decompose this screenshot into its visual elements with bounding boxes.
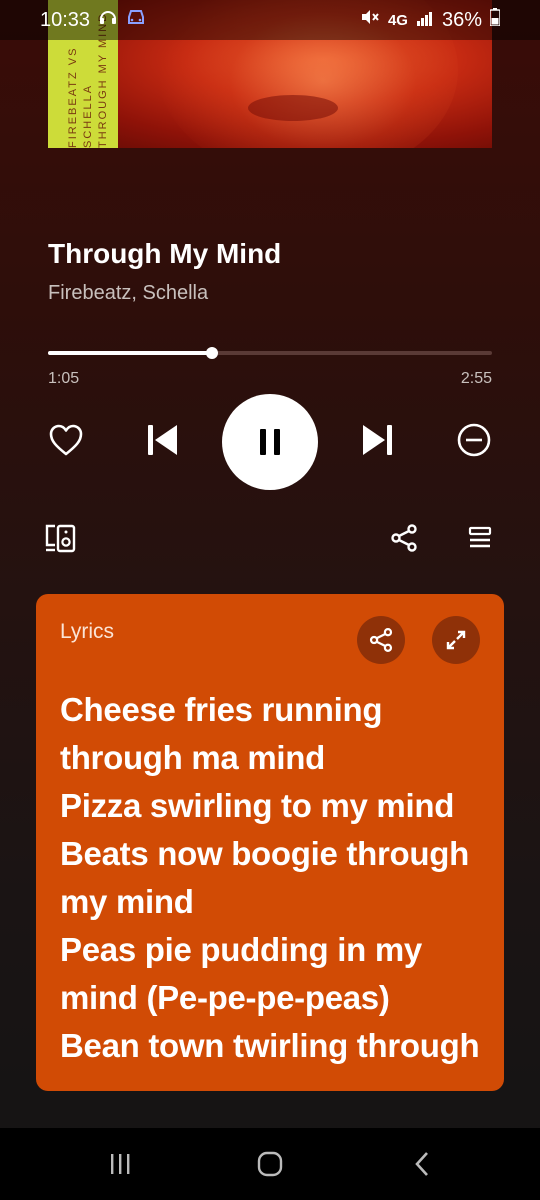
car-icon [126,8,146,32]
system-nav-bar [0,1128,540,1200]
home-button[interactable] [250,1146,290,1182]
lyric-line: through ma mind [60,739,325,776]
lyrics-text: Cheese fries running through ma mind Piz… [60,686,490,1070]
album-art-detail [248,95,338,121]
recents-button[interactable] [100,1146,140,1182]
pause-icon [260,429,280,455]
lyric-line: Pizza swirling to my mind [60,787,455,824]
lyrics-share-button[interactable] [357,616,405,664]
status-bar: 10:33 4G 36% [0,0,540,40]
lyric-line: mind (Pe-pe-pe-peas) [60,979,390,1016]
progress-thumb[interactable] [206,347,219,359]
lyric-line: Cheese fries running [60,691,383,728]
lyric-line: Bean town twirling through [60,1027,480,1064]
queue-button[interactable] [460,518,500,558]
back-button[interactable] [402,1146,442,1182]
back-icon [415,1152,428,1176]
share-icon [391,524,417,552]
lyrics-label: Lyrics [60,620,115,643]
skip-previous-icon [148,425,177,455]
lyric-line: Beats now boogie through [60,835,469,872]
minus-circle-icon [457,423,491,457]
progress-bar[interactable] [48,347,492,359]
skip-next-icon [363,425,392,455]
battery-icon [489,8,501,32]
lyric-line: my mind [60,883,194,920]
lyrics-expand-button[interactable] [432,616,480,664]
next-button[interactable] [358,420,398,460]
heart-icon [49,424,83,456]
connect-device-icon [45,524,76,553]
previous-button[interactable] [142,420,182,460]
signal-icon [416,9,434,32]
status-time: 10:33 [40,8,91,31]
queue-icon [468,526,492,548]
mute-icon [360,8,380,32]
like-button[interactable] [46,420,86,460]
progress-fill [48,351,213,355]
elapsed-time: 1:05 [48,370,80,387]
remove-button[interactable] [454,420,494,460]
share-button[interactable] [384,518,424,558]
battery-label: 36% [441,8,482,31]
headset-icon [98,7,118,33]
home-icon [257,1151,283,1177]
devices-button[interactable] [40,518,80,558]
lyrics-card[interactable]: Lyrics Cheese fries running through ma m… [36,594,504,1091]
lyric-line: Peas pie pudding in my [60,931,422,968]
expand-icon [446,630,466,650]
share-icon [369,628,393,652]
pause-button[interactable] [222,394,318,490]
track-artist[interactable]: Firebeatz, Schella [48,282,208,305]
track-title: Through My Mind [48,238,282,269]
recents-icon [111,1154,130,1174]
total-time: 2:55 [460,370,492,387]
network-label: 4G [387,11,408,29]
